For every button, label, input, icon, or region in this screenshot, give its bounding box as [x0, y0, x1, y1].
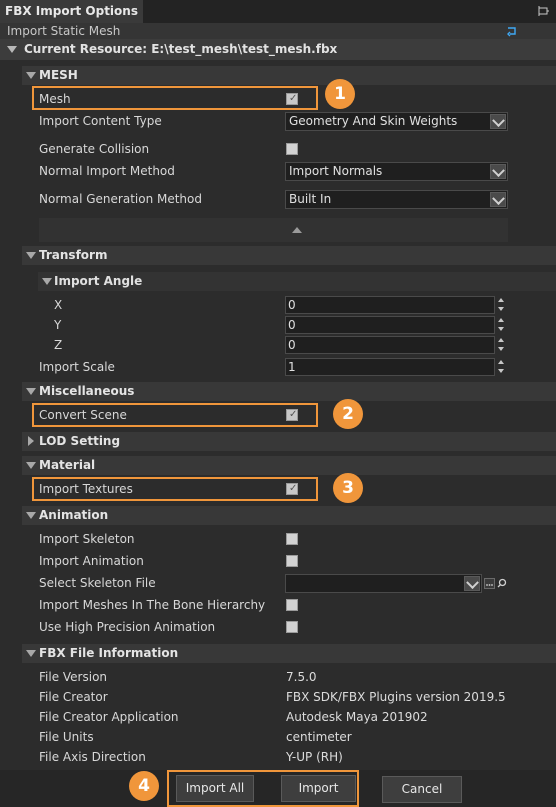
highlight-box-4	[167, 770, 359, 807]
high-precision-animation-checkbox[interactable]	[286, 621, 298, 633]
angle-z-spinner[interactable]	[497, 336, 507, 354]
file-units-label: File Units	[39, 730, 94, 744]
subtitle-bar: Import Static Mesh	[0, 23, 556, 39]
collapse-arrow-icon	[26, 388, 36, 395]
search-icon[interactable]	[497, 578, 507, 588]
import-meshes-bone-checkbox[interactable]	[286, 599, 298, 611]
collapse-arrow-icon	[26, 252, 36, 259]
import-scale-label: Import Scale	[39, 360, 115, 374]
collapse-up-icon[interactable]	[292, 227, 302, 233]
section-title-mesh: MESH	[39, 68, 78, 82]
chevron-down-icon[interactable]	[490, 192, 506, 207]
more-options-icon[interactable]	[484, 578, 495, 589]
callout-badge-4: 4	[129, 771, 159, 801]
file-units-value: centimeter	[286, 730, 352, 744]
angle-y-input[interactable]: 0	[285, 316, 495, 334]
current-resource-label: Current Resource: E:\test_mesh\test_mesh…	[24, 42, 338, 56]
spin-up-icon[interactable]	[498, 338, 504, 342]
file-creator-application-label: File Creator Application	[39, 710, 179, 724]
spin-down-icon[interactable]	[498, 307, 504, 311]
section-header-fbx-file-information[interactable]: FBX File Information	[22, 644, 556, 663]
import-content-type-value: Geometry And Skin Weights	[289, 114, 458, 128]
collapse-arrow-icon	[26, 72, 36, 79]
select-skeleton-file-label: Select Skeleton File	[39, 576, 156, 590]
section-header-transform[interactable]: Transform	[22, 246, 556, 265]
chevron-down-icon[interactable]	[490, 164, 506, 179]
file-version-value: 7.5.0	[286, 670, 317, 684]
collapse-arrow-icon	[26, 512, 36, 519]
section-title-animation: Animation	[39, 508, 109, 522]
pin-icon[interactable]	[538, 5, 550, 17]
import-skeleton-label: Import Skeleton	[39, 532, 135, 546]
file-axis-direction-label: File Axis Direction	[39, 750, 146, 764]
normal-import-method-value: Import Normals	[289, 164, 383, 178]
subsection-title-import-angle: Import Angle	[54, 274, 143, 288]
collapse-arrow-icon	[26, 650, 36, 657]
chevron-down-icon[interactable]	[464, 576, 480, 591]
section-title-material: Material	[39, 458, 96, 472]
import-skeleton-checkbox[interactable]	[286, 533, 298, 545]
file-creator-application-value: Autodesk Maya 201902	[286, 710, 428, 724]
section-header-lod-setting[interactable]: LOD Setting	[22, 432, 556, 451]
advanced-collapse-bar[interactable]	[39, 218, 508, 242]
chevron-down-icon[interactable]	[490, 114, 506, 129]
generate-collision-label: Generate Collision	[39, 142, 150, 156]
collapse-arrow-icon	[42, 278, 52, 285]
highlight-box-1	[32, 86, 318, 110]
normal-generation-method-value: Built In	[289, 192, 332, 206]
current-resource-header[interactable]: Current Resource: E:\test_mesh\test_mesh…	[0, 39, 556, 60]
normal-import-method-label: Normal Import Method	[39, 164, 175, 178]
spin-up-icon[interactable]	[498, 298, 504, 302]
section-title-transform: Transform	[39, 248, 108, 262]
angle-x-spinner[interactable]	[497, 296, 507, 314]
angle-y-label: Y	[54, 318, 62, 332]
collapse-arrow-icon	[26, 462, 36, 469]
angle-x-input[interactable]: 0	[285, 296, 495, 314]
section-header-mesh[interactable]: MESH	[22, 66, 556, 85]
expand-arrow-icon	[7, 46, 17, 53]
refresh-icon[interactable]	[506, 25, 518, 37]
spin-up-icon[interactable]	[498, 360, 504, 364]
angle-z-input[interactable]: 0	[285, 336, 495, 354]
normal-generation-method-dropdown[interactable]: Built In	[285, 190, 508, 209]
file-creator-value: FBX SDK/FBX Plugins version 2019.5	[286, 690, 506, 704]
spin-up-icon[interactable]	[498, 318, 504, 322]
highlight-box-2	[32, 403, 318, 427]
file-axis-direction-value: Y-UP (RH)	[286, 750, 343, 764]
file-version-label: File Version	[39, 670, 108, 684]
import-scale-spinner[interactable]	[497, 358, 507, 376]
import-meshes-bone-label: Import Meshes In The Bone Hierarchy	[39, 598, 266, 612]
import-content-type-label: Import Content Type	[39, 114, 162, 128]
import-content-type-dropdown[interactable]: Geometry And Skin Weights	[285, 112, 508, 131]
import-scale-input[interactable]: 1	[285, 358, 495, 376]
select-skeleton-file-dropdown[interactable]	[285, 574, 482, 593]
normal-import-method-dropdown[interactable]: Import Normals	[285, 162, 508, 181]
subsection-header-import-angle[interactable]: Import Angle	[38, 272, 556, 291]
generate-collision-checkbox[interactable]	[286, 143, 298, 155]
import-animation-label: Import Animation	[39, 554, 144, 568]
angle-y-spinner[interactable]	[497, 316, 507, 334]
highlight-box-3	[32, 477, 318, 501]
spin-down-icon[interactable]	[498, 327, 504, 331]
section-title-lod-setting: LOD Setting	[39, 434, 121, 448]
angle-x-label: X	[54, 298, 63, 312]
expand-arrow-icon	[28, 436, 34, 446]
spin-down-icon[interactable]	[498, 369, 504, 373]
callout-badge-1: 1	[325, 79, 355, 109]
spin-down-icon[interactable]	[498, 347, 504, 351]
section-title-miscellaneous: Miscellaneous	[39, 384, 135, 398]
section-header-miscellaneous[interactable]: Miscellaneous	[22, 382, 556, 401]
window-title[interactable]: FBX Import Options	[0, 0, 143, 23]
section-header-material[interactable]: Material	[22, 456, 556, 475]
file-creator-label: File Creator	[39, 690, 108, 704]
callout-badge-3: 3	[333, 473, 363, 503]
high-precision-animation-label: Use High Precision Animation	[39, 620, 216, 634]
section-title-fbx-file-information: FBX File Information	[39, 646, 179, 660]
section-header-animation[interactable]: Animation	[22, 506, 556, 525]
import-animation-checkbox[interactable]	[286, 555, 298, 567]
normal-generation-method-label: Normal Generation Method	[39, 192, 202, 206]
cancel-button[interactable]: Cancel	[382, 776, 462, 803]
callout-badge-2: 2	[333, 399, 363, 429]
angle-z-label: Z	[54, 338, 63, 352]
